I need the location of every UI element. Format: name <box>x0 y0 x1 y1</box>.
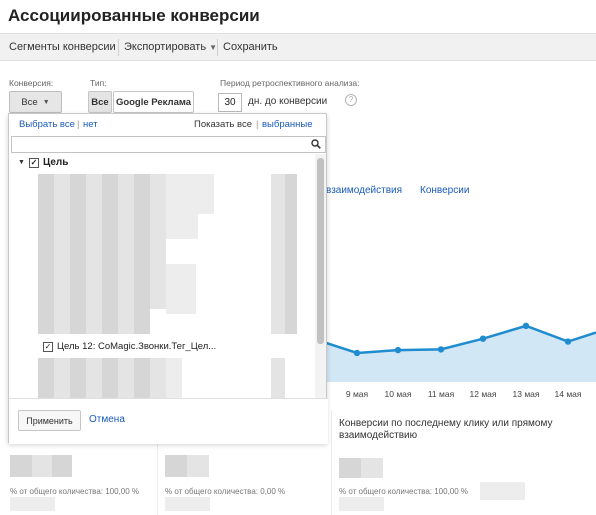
blurred-goal-items <box>166 174 182 239</box>
blurred-goal-items <box>102 358 118 398</box>
blurred-goal-items <box>54 174 70 334</box>
x-tick-label: 14 мая <box>554 389 582 399</box>
blurred-goal-items <box>118 174 134 334</box>
blurred-value <box>480 482 525 500</box>
data-point <box>353 349 361 357</box>
show-selected-link[interactable]: выбранные <box>262 119 313 130</box>
toolbar: Сегменты конверсии Экспортировать ▼ Сохра… <box>0 33 596 61</box>
blurred-value <box>165 455 187 477</box>
expand-triangle-icon[interactable]: ▼ <box>18 159 25 166</box>
blurred-goal-items <box>182 174 198 239</box>
conversions-line-chart <box>320 322 596 382</box>
blurred-value <box>10 497 55 511</box>
goal-item-row[interactable]: ✓ Цель 12: CoMagic.Звонки.Тег_Цел... <box>43 341 216 352</box>
blurred-goal-items <box>198 174 214 214</box>
select-none-link[interactable]: нет <box>83 119 98 130</box>
blurred-value <box>52 455 72 477</box>
lookback-label: Период ретроспективного анализа: <box>220 78 360 88</box>
lookback-suffix: дн. до конверсии <box>248 96 328 107</box>
x-tick-label: 13 мая <box>512 389 540 399</box>
select-all-link[interactable]: Выбрать все <box>19 119 75 130</box>
blurred-goal-items <box>166 264 196 314</box>
link-separator: | <box>77 119 80 130</box>
blurred-goal-items <box>86 358 102 398</box>
blurred-goal-items <box>271 358 285 398</box>
conversion-value: Все <box>21 96 38 108</box>
pct-of-total: % от общего количества: 100,00 % <box>339 487 469 496</box>
save-button[interactable]: Сохранить <box>223 41 278 53</box>
apply-button[interactable]: Применить <box>18 410 81 431</box>
blurred-value <box>339 458 361 478</box>
blurred-value <box>361 458 383 478</box>
conversion-dropdown[interactable]: Все ▼ <box>9 91 62 113</box>
blurred-goal-items <box>118 358 134 398</box>
tab-interactions[interactable]: взаимодействия <box>326 185 402 196</box>
blurred-goal-items <box>102 174 118 334</box>
type-all-button[interactable]: Все <box>88 91 112 113</box>
blurred-goal-items <box>134 174 150 334</box>
blurred-goal-items <box>271 174 285 334</box>
link-separator: | <box>256 119 259 130</box>
conversion-dropdown-panel: Выбрать все | нет Показать все | выбранн… <box>8 113 328 444</box>
goal-search-input[interactable] <box>11 136 326 153</box>
goal-item-label: Цель 12: CoMagic.Звонки.Тег_Цел... <box>57 341 217 352</box>
data-point <box>479 335 487 342</box>
blurred-value <box>32 455 52 477</box>
blurred-value <box>10 455 32 477</box>
blurred-goal-items <box>134 358 150 398</box>
segments-button[interactable]: Сегменты конверсии <box>9 41 116 53</box>
data-point <box>437 346 445 353</box>
toolbar-divider <box>217 39 218 56</box>
caret-down-icon: ▼ <box>42 98 50 106</box>
type-label: Тип: <box>90 78 107 88</box>
blurred-goal-items <box>86 174 102 334</box>
caret-down-icon: ▼ <box>209 43 217 52</box>
export-button[interactable]: Экспортировать ▼ <box>124 41 217 53</box>
goal-tree: ▼ ✓ Цель ✓ Цель 12: CoMagic.Звонки.Тег_Ц… <box>9 154 314 398</box>
blurred-goal-items <box>70 174 86 334</box>
type-google-ads-button[interactable]: Google Реклама <box>113 91 194 113</box>
tab-conversions[interactable]: Конверсии <box>420 185 469 196</box>
page-title: Ассоциированные конверсии <box>8 6 260 25</box>
toolbar-divider <box>118 39 119 56</box>
blurred-goal-items <box>38 358 54 398</box>
data-point <box>394 346 402 354</box>
x-tick-label: 12 мая <box>469 389 497 399</box>
export-label: Экспортировать <box>124 41 207 53</box>
blurred-goal-items <box>70 358 86 398</box>
help-icon[interactable]: ? <box>345 94 357 106</box>
show-all-link[interactable]: Показать все <box>194 119 252 130</box>
x-tick-label: 9 мая <box>345 389 369 399</box>
cancel-link[interactable]: Отмена <box>89 414 125 425</box>
x-tick-label: 11 мая <box>427 389 455 399</box>
goal-group-label: Цель <box>42 157 69 168</box>
conversion-label: Конверсия: <box>9 78 54 88</box>
blurred-goal-items <box>150 358 166 398</box>
blurred-value <box>339 497 384 511</box>
goal-group-row[interactable]: ▼ ✓ Цель <box>18 157 68 168</box>
scrollbar-thumb[interactable] <box>317 158 324 344</box>
blurred-goal-items <box>38 174 54 334</box>
lookback-days-input[interactable]: 30 <box>218 93 242 112</box>
last-click-panel-title: Конверсии по последнему клику или прямом… <box>339 418 553 441</box>
pct-of-total: % от общего количества: 0,00 % <box>165 487 286 496</box>
dropdown-footer: Применить Отмена <box>9 398 328 444</box>
checkbox-checked-icon[interactable]: ✓ <box>28 157 39 168</box>
blurred-goal-items <box>150 174 166 309</box>
x-tick-label: 10 мая <box>384 389 412 399</box>
blurred-value <box>165 497 210 511</box>
data-point <box>522 322 530 330</box>
blurred-goal-items <box>285 174 297 334</box>
blurred-goal-items <box>54 358 70 398</box>
pct-of-total: % от общего количества: 100,00 % <box>10 487 140 496</box>
summary-divider <box>331 411 332 515</box>
checkbox-checked-icon[interactable]: ✓ <box>43 341 53 352</box>
data-point <box>564 338 572 345</box>
search-icon <box>311 139 321 149</box>
blurred-goal-items <box>166 358 182 398</box>
series-area <box>320 325 596 382</box>
blurred-value <box>187 455 209 477</box>
